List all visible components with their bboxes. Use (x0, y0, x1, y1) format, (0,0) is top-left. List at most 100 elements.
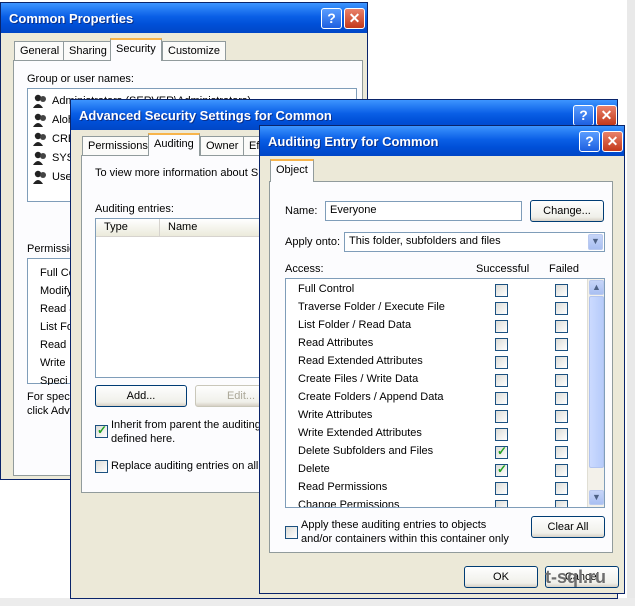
special-permissions-text: For speci (27, 391, 73, 403)
apply-these-checkbox[interactable] (285, 526, 298, 539)
permission-name: Speci (40, 375, 68, 385)
window-title: Auditing Entry for Common (268, 134, 439, 149)
access-list[interactable]: Full Control Traverse Folder / Execute Fi… (285, 278, 605, 508)
chevron-down-icon[interactable]: ▼ (588, 234, 603, 250)
tab-permissions[interactable]: Permissions (82, 136, 154, 156)
successful-checkbox[interactable] (495, 500, 508, 507)
apply-onto-select[interactable]: This folder, subfolders and files ▼ (344, 232, 605, 252)
window-title: Advanced Security Settings for Common (79, 108, 332, 123)
access-row-label: Read Attributes (298, 337, 374, 349)
inherit-text: Inherit from parent the auditing e (111, 419, 270, 431)
access-row-label: Delete (298, 463, 330, 475)
successful-header: Successful (476, 263, 530, 275)
successful-checkbox[interactable] (495, 284, 508, 297)
user-group-icon (32, 150, 48, 166)
access-row-label: Create Files / Write Data (298, 373, 419, 385)
access-row-label: Read Extended Attributes (298, 355, 423, 367)
permission-name: List Fo (40, 321, 74, 333)
scrollbar[interactable]: ▲ ▼ (587, 279, 604, 507)
scroll-thumb[interactable] (589, 296, 604, 468)
access-row-label: Delete Subfolders and Files (298, 445, 434, 457)
successful-checkbox[interactable] (495, 482, 508, 495)
common-properties-titlebar[interactable]: Common Properties ? ✕ (1, 3, 367, 33)
failed-checkbox[interactable] (555, 302, 568, 315)
scroll-up-icon[interactable]: ▲ (589, 280, 604, 295)
help-button[interactable]: ? (579, 131, 600, 152)
failed-checkbox[interactable] (555, 428, 568, 441)
auditing-entries-label: Auditing entries: (95, 203, 174, 215)
tab-owner[interactable]: Owner (200, 136, 245, 156)
tab-auditing[interactable]: Auditing (148, 133, 200, 156)
inherit-checkbox[interactable] (95, 423, 108, 438)
user-group-icon (32, 131, 48, 147)
failed-checkbox[interactable] (555, 500, 568, 507)
replace-text: Replace auditing entries on all c (111, 460, 267, 472)
special-permissions-text: click Adv (27, 405, 70, 417)
replace-checkbox[interactable] (95, 460, 108, 473)
successful-checkbox[interactable] (495, 356, 508, 369)
help-button[interactable]: ? (573, 105, 594, 126)
access-row-label: Read Permissions (298, 481, 388, 493)
scroll-down-icon[interactable]: ▼ (589, 490, 604, 505)
failed-checkbox[interactable] (555, 464, 568, 477)
successful-checkbox[interactable] (495, 374, 508, 387)
close-button[interactable]: ✕ (596, 105, 617, 126)
failed-checkbox[interactable] (555, 482, 568, 495)
auditing-entry-window: Auditing Entry for Common ? ✕ Object Nam… (259, 125, 625, 594)
ok-button[interactable]: OK (464, 566, 538, 588)
access-row-label: Full Control (298, 283, 355, 295)
apply-onto-label: Apply onto: (285, 236, 341, 248)
window-title: Common Properties (9, 11, 134, 26)
apply-these-text: Apply these auditing entries to objects (301, 519, 487, 531)
inherit-text: defined here. (111, 433, 176, 445)
user-group-icon (32, 112, 48, 128)
tab-object[interactable]: Object (270, 159, 314, 182)
tab-general[interactable]: General (14, 41, 66, 61)
change-button[interactable]: Change... (530, 200, 604, 222)
info-text: To view more information about Spe (95, 167, 271, 179)
shadow-edge (627, 0, 635, 606)
help-button[interactable]: ? (321, 8, 342, 29)
successful-checkbox[interactable] (495, 444, 508, 459)
successful-checkbox[interactable] (495, 410, 508, 423)
shadow-bottom (0, 598, 635, 606)
apply-these-text: and/or containers within this container … (301, 533, 509, 545)
successful-checkbox[interactable] (495, 462, 508, 477)
failed-header: Failed (549, 263, 579, 275)
name-field[interactable]: Everyone (325, 201, 522, 221)
failed-checkbox[interactable] (555, 374, 568, 387)
access-row-label: Traverse Folder / Execute File (298, 301, 445, 313)
tab-sharing[interactable]: Sharing (63, 41, 113, 61)
access-label: Access: (285, 263, 324, 275)
name-label: Name: (285, 205, 318, 217)
access-row-label: Change Permissions (298, 499, 400, 508)
apply-onto-value: This folder, subfolders and files (349, 235, 501, 247)
close-button[interactable]: ✕ (344, 8, 365, 29)
failed-checkbox[interactable] (555, 446, 568, 459)
column-header-type[interactable]: Type (96, 219, 160, 237)
failed-checkbox[interactable] (555, 320, 568, 333)
access-row-label: Write Extended Attributes (298, 427, 422, 439)
failed-checkbox[interactable] (555, 356, 568, 369)
auditing-entry-titlebar[interactable]: Auditing Entry for Common ? ✕ (260, 126, 624, 156)
successful-checkbox[interactable] (495, 392, 508, 405)
user-group-icon (32, 93, 48, 109)
close-button[interactable]: ✕ (602, 131, 623, 152)
group-user-label: Group or user names: (27, 73, 134, 85)
failed-checkbox[interactable] (555, 392, 568, 405)
tab-customize[interactable]: Customize (162, 41, 226, 61)
access-row-label: Create Folders / Append Data (298, 391, 444, 403)
user-name[interactable]: Use (52, 171, 72, 183)
tab-security[interactable]: Security (110, 38, 162, 61)
watermark: t-sql.ru (545, 567, 606, 587)
add-button[interactable]: Add... (95, 385, 187, 407)
successful-checkbox[interactable] (495, 320, 508, 333)
failed-checkbox[interactable] (555, 284, 568, 297)
failed-checkbox[interactable] (555, 338, 568, 351)
clear-all-button[interactable]: Clear All (531, 516, 605, 538)
permission-name: Read (40, 339, 67, 351)
successful-checkbox[interactable] (495, 302, 508, 315)
successful-checkbox[interactable] (495, 428, 508, 441)
successful-checkbox[interactable] (495, 338, 508, 351)
failed-checkbox[interactable] (555, 410, 568, 423)
